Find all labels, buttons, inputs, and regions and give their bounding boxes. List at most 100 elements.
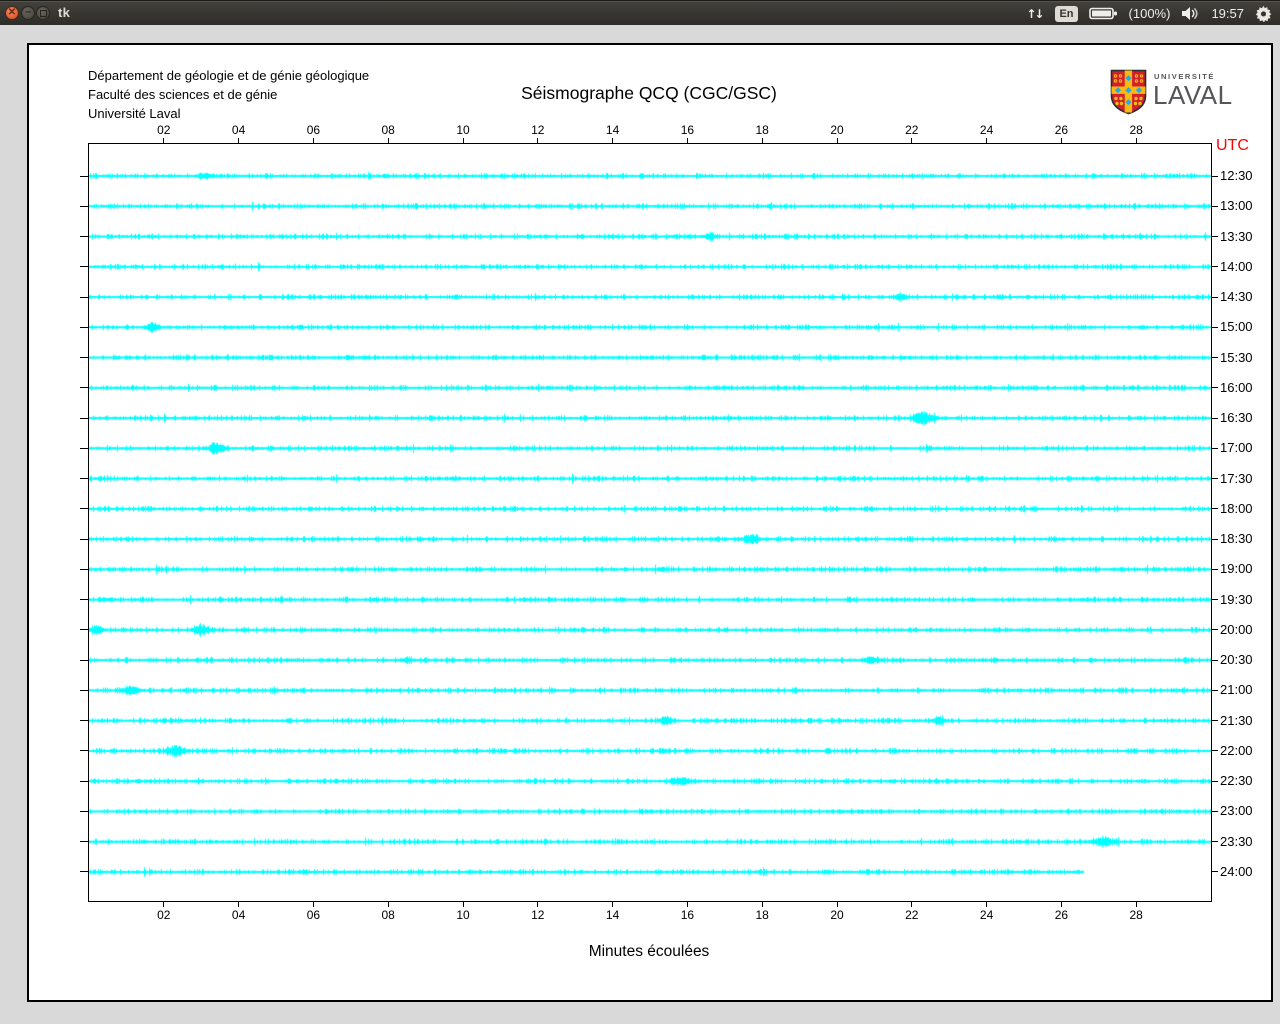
x-tick-bottom — [911, 901, 913, 907]
trace-tick-right — [1211, 720, 1218, 722]
close-button[interactable]: ✕ — [5, 6, 19, 20]
x-tick-top — [387, 138, 389, 144]
trace-tick-right — [1211, 841, 1218, 843]
x-tick-label-top: 06 — [306, 123, 321, 137]
x-tick-bottom — [686, 901, 688, 907]
x-tick-label-top: 14 — [605, 123, 620, 137]
battery-icon[interactable] — [1088, 6, 1118, 21]
trace-tick-right — [1211, 447, 1218, 449]
institution-line-1: Département de géologie et de génie géol… — [88, 68, 370, 83]
trace-tick-left — [80, 841, 88, 843]
x-tick-label-top: 16 — [680, 123, 695, 137]
x-tick-label-top: 18 — [755, 123, 769, 137]
x-tick-label-bottom: 06 — [306, 908, 321, 922]
maximize-icon — [39, 10, 47, 17]
trace-tick-left — [80, 357, 88, 359]
x-tick-bottom — [612, 901, 614, 907]
utc-time-label: 13:00 — [1220, 198, 1253, 214]
trace-tick-right — [1211, 236, 1218, 238]
x-tick-label-bottom: 02 — [157, 908, 171, 922]
utc-time-label: 20:00 — [1220, 621, 1253, 637]
x-tick-label-top: 02 — [157, 123, 171, 137]
trace-tick-left — [80, 508, 88, 510]
x-tick-label-bottom: 28 — [1129, 908, 1143, 922]
logo-large-text: LAVAL — [1153, 80, 1233, 110]
x-tick-top — [836, 138, 838, 144]
utc-time-label: 18:00 — [1220, 500, 1253, 516]
minimize-button[interactable]: – — [21, 6, 35, 20]
trace-tick-left — [80, 810, 88, 812]
x-tick-bottom — [238, 901, 240, 907]
trace-tick-left — [80, 175, 88, 177]
institution-line-3: Université Laval — [88, 106, 181, 121]
close-icon: ✕ — [7, 7, 17, 18]
utc-time-label: 15:00 — [1220, 319, 1253, 335]
x-tick-bottom — [462, 901, 464, 907]
trace-tick-left — [80, 750, 88, 752]
trace-tick-right — [1211, 508, 1218, 510]
keyboard-layout-indicator[interactable]: En — [1055, 5, 1078, 22]
trace-tick-left — [80, 296, 88, 298]
trace-tick-left — [80, 689, 88, 691]
utc-time-label: 24:00 — [1220, 863, 1253, 879]
utc-time-label: 23:00 — [1220, 803, 1253, 819]
trace-tick-right — [1211, 599, 1218, 601]
trace-tick-left — [80, 326, 88, 328]
x-tick-top — [612, 138, 614, 144]
utc-time-label: 16:30 — [1220, 410, 1253, 426]
utc-time-label: 19:00 — [1220, 561, 1253, 577]
trace-tick-right — [1211, 175, 1218, 177]
institution-line-2: Faculté des sciences et de génie — [88, 87, 278, 102]
x-tick-label-bottom: 18 — [755, 908, 769, 922]
network-arrows-icon[interactable]: ↑↓ — [1026, 7, 1044, 21]
trace-tick-right — [1211, 750, 1218, 752]
trace-tick-right — [1211, 810, 1218, 812]
trace-tick-left — [80, 266, 88, 268]
trace-tick-right — [1211, 568, 1218, 570]
x-tick-bottom — [836, 901, 838, 907]
laval-shield-icon — [1110, 69, 1147, 115]
trace-tick-left — [80, 871, 88, 873]
trace-tick-left — [80, 629, 88, 631]
desktop: { "window": { "title": "tk", "controls":… — [0, 0, 1280, 1024]
x-tick-label-bottom: 08 — [381, 908, 395, 922]
x-tick-label-bottom: 20 — [830, 908, 844, 922]
trace-tick-left — [80, 447, 88, 449]
x-tick-label-top: 08 — [381, 123, 395, 137]
x-tick-label-top: 26 — [1054, 123, 1069, 137]
utc-time-label: 18:30 — [1220, 531, 1253, 547]
x-tick-bottom — [1060, 901, 1062, 907]
volume-icon[interactable] — [1181, 6, 1200, 21]
x-tick-bottom — [537, 901, 539, 907]
x-tick-top — [537, 138, 539, 144]
x-tick-label-top: 24 — [979, 123, 994, 137]
trace-tick-right — [1211, 205, 1218, 207]
x-tick-label-top: 10 — [456, 123, 470, 137]
trace-tick-left — [80, 538, 88, 540]
trace-tick-right — [1211, 417, 1218, 419]
minimize-icon: – — [24, 6, 32, 18]
x-tick-top — [312, 138, 314, 144]
x-tick-label-bottom: 24 — [979, 908, 994, 922]
x-tick-top — [238, 138, 240, 144]
trace-tick-right — [1211, 629, 1218, 631]
utc-time-label: 14:30 — [1220, 289, 1253, 305]
trace-tick-right — [1211, 387, 1218, 389]
x-tick-top — [1060, 138, 1062, 144]
maximize-button[interactable] — [36, 6, 50, 20]
gear-icon[interactable] — [1255, 5, 1272, 22]
trace-tick-right — [1211, 871, 1218, 873]
x-tick-label-bottom: 22 — [905, 908, 919, 922]
x-tick-label-top: 22 — [905, 123, 919, 137]
trace-tick-left — [80, 205, 88, 207]
utc-axis-label: UTC — [1216, 137, 1249, 154]
x-tick-bottom — [312, 901, 314, 907]
x-tick-top — [761, 138, 763, 144]
utc-time-label: 22:30 — [1220, 773, 1253, 789]
x-tick-top — [462, 138, 464, 144]
clock[interactable]: 19:57 — [1211, 6, 1244, 21]
x-tick-top — [163, 138, 165, 144]
trace-tick-left — [80, 478, 88, 480]
seismogram-traces-canvas — [89, 144, 1211, 901]
utc-time-label: 19:30 — [1220, 591, 1253, 607]
